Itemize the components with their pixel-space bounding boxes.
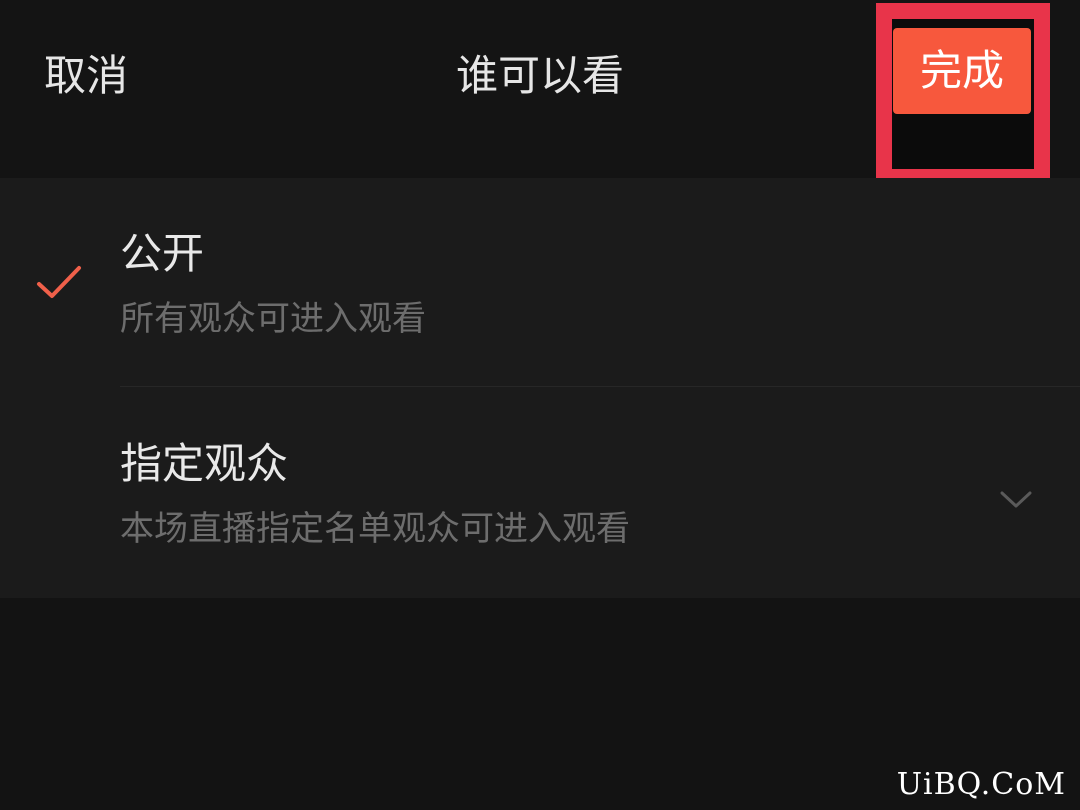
cancel-button[interactable]: 取消 <box>44 44 128 108</box>
option-divider <box>120 386 1080 387</box>
privacy-settings-screen: 取消 谁可以看 完成 公开 所有观众可进入观看 指定观众 本场直播指定名单观众可… <box>0 0 1080 810</box>
option-public[interactable]: 公开 所有观众可进入观看 <box>0 178 1080 388</box>
done-button[interactable]: 完成 <box>893 28 1031 114</box>
check-icon <box>37 266 81 298</box>
option-specified-audience[interactable]: 指定观众 本场直播指定名单观众可进入观看 <box>0 388 1080 598</box>
option-specified-subtitle: 本场直播指定名单观众可进入观看 <box>120 509 630 549</box>
visibility-options: 公开 所有观众可进入观看 指定观众 本场直播指定名单观众可进入观看 <box>0 178 1080 598</box>
option-specified-title: 指定观众 <box>120 439 289 488</box>
page-title: 谁可以看 <box>455 51 624 100</box>
option-public-subtitle: 所有观众可进入观看 <box>120 299 426 339</box>
option-public-title: 公开 <box>120 229 205 278</box>
watermark: UiBQ.CoM <box>896 767 1066 802</box>
chevron-down-icon[interactable] <box>996 484 1036 514</box>
